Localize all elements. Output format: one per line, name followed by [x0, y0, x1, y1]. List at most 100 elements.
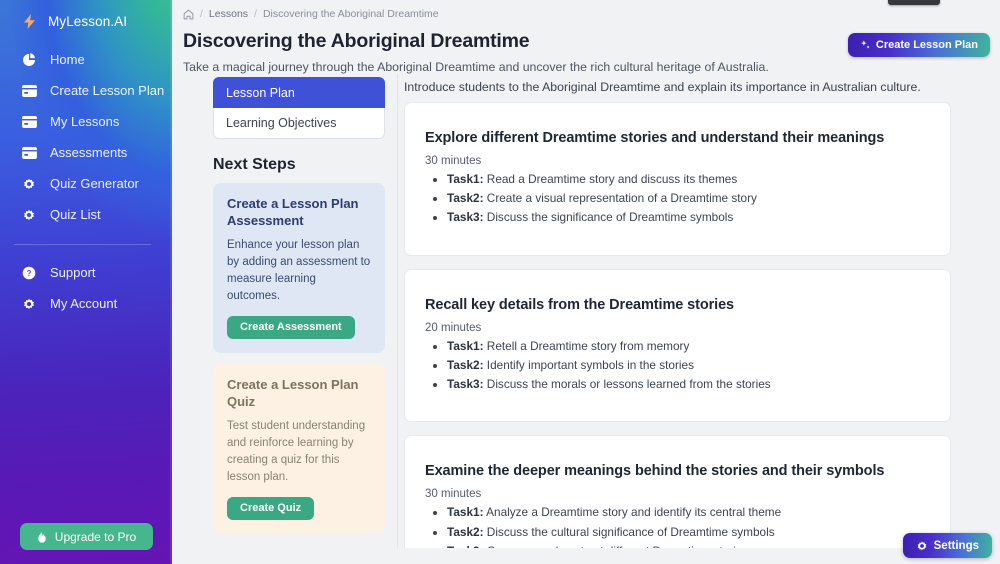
card-icon	[21, 145, 37, 161]
task-item: Task1: Read a Dreamtime story and discus…	[447, 170, 924, 189]
question-circle-icon: ?	[21, 265, 37, 281]
content-area: / Lessons / Discovering the Aboriginal D…	[172, 0, 1000, 564]
gear-icon	[21, 207, 37, 223]
brand-name: MyLesson.AI	[48, 13, 128, 29]
breadcrumb: / Lessons / Discovering the Aboriginal D…	[172, 8, 1000, 20]
task-label: Task1:	[447, 505, 484, 520]
gear-icon	[916, 540, 928, 552]
upgrade-section: Upgrade to Pro	[0, 523, 172, 550]
task-label: Task2:	[447, 191, 484, 206]
tab-group: Lesson Plan Learning Objectives	[213, 74, 385, 139]
task-text: Discuss the significance of Dreamtime sy…	[483, 210, 734, 225]
pie-chart-icon	[21, 52, 37, 68]
lesson-title: Examine the deeper meanings behind the s…	[425, 463, 885, 480]
sidebar-item-label: Home	[50, 52, 85, 67]
create-lesson-plan-button[interactable]: Create Lesson Plan	[847, 33, 990, 57]
task-text: Read a Dreamtime story and discuss its t…	[483, 172, 738, 186]
lesson-duration: 30 minutes	[425, 155, 482, 167]
breadcrumb-item-current: Discovering the Aboriginal Dreamtime	[262, 8, 439, 20]
task-text: Identify important symbols in the storie…	[483, 357, 694, 372]
card-icon	[21, 114, 37, 130]
sidebar-item-label: Create Lesson Plan	[50, 83, 165, 98]
sidebar-item-label: My Lessons	[50, 114, 120, 129]
task-text: Discuss the morals or lessons learned fr…	[483, 377, 771, 392]
sidebar-item-create-lesson-plan[interactable]: Create Lesson Plan	[0, 75, 172, 106]
brand[interactable]: MyLesson.AI	[0, 0, 172, 42]
quiz-promo-title: Create a Lesson Plan Quiz	[227, 376, 359, 409]
create-lesson-plan-label: Create Lesson Plan	[875, 39, 978, 51]
sidebar-divider	[14, 244, 151, 245]
upgrade-to-pro-button[interactable]: Upgrade to Pro	[19, 523, 153, 550]
task-item: Task3: Discuss the morals or lessons lea…	[447, 375, 924, 394]
create-quiz-button[interactable]: Create Quiz	[227, 496, 315, 520]
sidebar-item-support[interactable]: ? Support	[0, 257, 172, 288]
task-label: Task3:	[447, 544, 484, 548]
task-text: Compare and contrast different Dreamtime…	[484, 544, 748, 548]
lesson-card[interactable]: Explore different Dreamtime stories and …	[404, 102, 951, 256]
tab-lesson-plan[interactable]: Lesson Plan	[213, 77, 385, 108]
sidebar-item-quiz-generator[interactable]: Quiz Generator	[0, 168, 172, 199]
breadcrumb-separator: /	[254, 8, 257, 20]
sidebar-item-label: Quiz List	[50, 207, 101, 222]
lesson-title: Recall key details from the Dreamtime st…	[425, 296, 734, 313]
task-item: Task3: Compare and contrast different Dr…	[447, 542, 924, 548]
home-icon[interactable]	[183, 9, 194, 20]
task-item: Task2: Identify important symbols in the…	[447, 356, 924, 375]
sidebar-item-my-account[interactable]: My Account	[0, 288, 172, 319]
topbar: / Lessons / Discovering the Aboriginal D…	[172, 0, 1000, 74]
upgrade-label: Upgrade to Pro	[54, 529, 137, 544]
create-assessment-button[interactable]: Create Assessment	[227, 315, 355, 339]
lesson-list-panel[interactable]: Introduce students to the Aboriginal Dre…	[398, 74, 1000, 548]
task-item: Task1: Retell a Dreamtime story from mem…	[447, 337, 924, 356]
assessment-promo-card: Create a Lesson Plan Assessment Enhance …	[213, 183, 385, 353]
settings-label: Settings	[933, 539, 979, 552]
task-item: Task2: Create a visual representation of…	[447, 189, 924, 208]
task-label: Task2:	[447, 357, 484, 372]
breadcrumb-item-lessons[interactable]: Lessons	[209, 8, 248, 20]
tab-learning-objectives[interactable]: Learning Objectives	[213, 108, 385, 139]
next-steps-title: Next Steps	[213, 156, 296, 173]
card-icon	[21, 83, 37, 99]
svg-text:?: ?	[27, 268, 32, 277]
sidebar-nav: Home Create Lesson Plan My Lessons Asses…	[0, 42, 172, 319]
task-label: Task3:	[447, 377, 484, 392]
task-text: Create a visual representation of a Drea…	[483, 191, 757, 206]
lesson-intro-text: Introduce students to the Aboriginal Dre…	[404, 80, 921, 94]
task-label: Task2:	[447, 524, 484, 539]
lesson-duration: 20 minutes	[425, 321, 482, 334]
sidebar-item-label: Quiz Generator	[50, 176, 139, 191]
flame-icon	[36, 530, 48, 543]
breadcrumb-separator: /	[200, 8, 203, 20]
sidebar-item-label: Support	[50, 265, 96, 280]
sparkles-icon	[860, 39, 871, 51]
task-text: Discuss the cultural significance of Dre…	[483, 524, 775, 539]
settings-button[interactable]: Settings	[902, 533, 992, 558]
lesson-duration: 30 minutes	[425, 488, 482, 501]
task-item: Task1: Analyze a Dreamtime story and ide…	[447, 503, 924, 522]
sidebar-item-quiz-list[interactable]: Quiz List	[0, 199, 172, 230]
lesson-card[interactable]: Recall key details from the Dreamtime st…	[404, 268, 951, 423]
sidebar-item-assessments[interactable]: Assessments	[0, 137, 172, 168]
task-label: Task1:	[447, 172, 484, 186]
task-list: Task1: Analyze a Dreamtime story and ide…	[447, 503, 924, 548]
quiz-promo-card: Create a Lesson Plan Quiz Test student u…	[213, 363, 385, 534]
task-list: Task1: Retell a Dreamtime story from mem…	[447, 337, 924, 395]
task-item: Task2: Discuss the cultural significance…	[447, 523, 924, 542]
assessment-promo-description: Enhance your lesson plan by adding an as…	[227, 238, 371, 302]
sidebar-item-label: Assessments	[50, 145, 128, 160]
lesson-card[interactable]: Examine the deeper meanings behind the s…	[404, 435, 951, 548]
left-panel: Lesson Plan Learning Objectives Next Ste…	[172, 74, 398, 548]
task-item: Task3: Discuss the significance of Dream…	[447, 208, 924, 227]
sidebar: MyLesson.AI Home Create Lesson Plan My L	[0, 0, 172, 564]
task-text: Analyze a Dreamtime story and identify i…	[483, 505, 782, 520]
sidebar-item-home[interactable]: Home	[0, 44, 172, 75]
task-label: Task3:	[447, 210, 484, 225]
gear-icon	[21, 176, 37, 192]
quiz-promo-description: Test student understanding and reinforce…	[227, 419, 366, 483]
body-columns: Lesson Plan Learning Objectives Next Ste…	[172, 74, 1000, 548]
gear-icon	[21, 296, 37, 312]
app-root: MyLesson.AI Home Create Lesson Plan My L	[0, 0, 1000, 564]
sidebar-item-my-lessons[interactable]: My Lessons	[0, 106, 172, 137]
lesson-title: Explore different Dreamtime stories and …	[425, 130, 885, 146]
task-text: Retell a Dreamtime story from memory	[483, 338, 690, 353]
